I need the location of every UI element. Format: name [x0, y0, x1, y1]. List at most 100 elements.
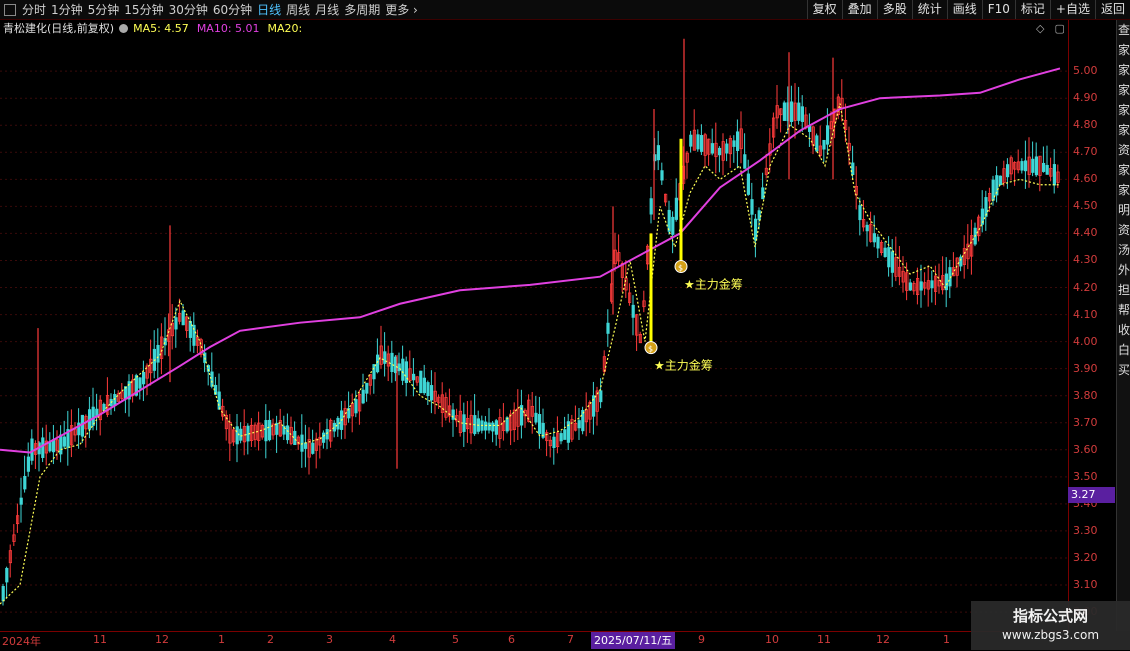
right-strip-char[interactable]: 帮 — [1117, 300, 1130, 320]
candle-body — [534, 412, 538, 423]
candle-body — [52, 439, 56, 453]
toolbar-button[interactable]: 画线 — [946, 0, 982, 19]
candle-body — [696, 134, 700, 150]
period-tabs: 分时 1分钟 5分钟 15分钟 30分钟 60分钟 日线 周线 月线 多周期 更多 › — [0, 0, 423, 19]
candle-body — [750, 199, 754, 215]
period-tab[interactable]: 日线 — [257, 1, 286, 18]
current-price-tag: 3.27 — [1068, 487, 1115, 503]
candle-body — [876, 236, 880, 249]
candle-body — [631, 304, 635, 318]
toolbar-button[interactable]: +自选 — [1049, 0, 1095, 19]
diamond-icon[interactable]: ◇ — [1036, 22, 1044, 35]
top-toolbar: 分时 1分钟 5分钟 15分钟 30分钟 60分钟 日线 周线 月线 多周期 更多 › 复权 叠加 多股… — [0, 0, 1130, 20]
candle-body — [757, 210, 761, 221]
candle-body — [375, 354, 380, 373]
candle-body — [293, 430, 297, 446]
candle-body — [746, 173, 751, 195]
period-tab[interactable]: 5分钟 — [88, 1, 125, 18]
period-tab[interactable]: 分时 — [22, 1, 51, 18]
candle-body — [235, 426, 239, 445]
candle-body — [592, 395, 596, 417]
candle-body — [858, 205, 862, 221]
eye-icon[interactable] — [119, 23, 129, 33]
price-tick-label: 5.00 — [1073, 64, 1098, 78]
toolbar-buttons: 复权 叠加 多股 统计 画线 F10 标记 +自选 返回 — [806, 0, 1130, 19]
candlestick-chart[interactable]: $★主力金筹$★主力金筹 — [0, 36, 1068, 631]
candle-body — [790, 101, 794, 122]
period-tab[interactable]: 60分钟 — [213, 1, 257, 18]
period-tab[interactable]: 更多 › — [385, 1, 423, 18]
price-tick-label: 4.00 — [1073, 334, 1098, 348]
right-strip-char[interactable]: 汤 — [1117, 240, 1130, 260]
right-strip-char[interactable]: 家 — [1117, 160, 1130, 180]
right-strip-char[interactable]: 家 — [1117, 80, 1130, 100]
period-tab[interactable]: 周线 — [286, 1, 315, 18]
toolbar-button[interactable]: 返回 — [1094, 0, 1130, 19]
period-tab[interactable]: 15分钟 — [124, 1, 168, 18]
candle-body — [800, 106, 805, 122]
candle-body — [851, 162, 855, 176]
candle-body — [19, 497, 23, 505]
signal-bar — [649, 233, 653, 342]
right-strip-char[interactable]: 明 — [1117, 200, 1130, 220]
ma20-value: MA20: — [267, 21, 303, 35]
toolbar-button[interactable]: 标记 — [1014, 0, 1050, 19]
window-icon[interactable]: ▢ — [1054, 22, 1064, 35]
watermark-url: www.zbgs3.com — [1001, 628, 1100, 642]
right-strip-char[interactable]: 家 — [1117, 40, 1130, 60]
right-strip-char[interactable]: 家 — [1117, 120, 1130, 140]
candle-body — [671, 216, 675, 235]
right-strip-char[interactable]: 家 — [1117, 100, 1130, 120]
candle-body — [890, 251, 895, 273]
date-tick-label: 11 — [93, 633, 107, 646]
candle-body — [930, 280, 934, 289]
toolbar-button[interactable]: 复权 — [806, 0, 842, 19]
right-strip-char[interactable]: 资 — [1117, 140, 1130, 160]
date-tick-label: 6 — [508, 633, 515, 646]
period-tab[interactable]: 月线 — [315, 1, 344, 18]
price-tick-label: 3.60 — [1073, 442, 1098, 456]
candle-body — [1, 586, 5, 602]
date-tick-label: 2 — [267, 633, 274, 646]
watermark: 指标公式网 www.zbgs3.com — [971, 601, 1130, 650]
right-strip-char[interactable]: 买 — [1117, 360, 1130, 380]
right-strip-char[interactable]: 担 — [1117, 280, 1130, 300]
candle-body — [887, 247, 891, 268]
candle-body — [552, 436, 556, 448]
right-strip-char[interactable]: 家 — [1117, 180, 1130, 200]
candle-body — [267, 419, 272, 441]
candle-body — [826, 125, 830, 145]
period-tab[interactable]: 30分钟 — [169, 1, 213, 18]
right-strip-char[interactable]: 外 — [1117, 260, 1130, 280]
candle-body — [401, 358, 405, 381]
candle-body — [156, 344, 160, 363]
date-tick-label: 3 — [326, 633, 333, 646]
date-tick-label: 5 — [452, 633, 459, 646]
period-tab[interactable]: 1分钟 — [51, 1, 88, 18]
price-tick-label: 3.10 — [1073, 578, 1098, 592]
right-strip-char[interactable]: 家 — [1117, 60, 1130, 80]
right-strip-char[interactable]: 查 — [1117, 20, 1130, 40]
candle-body — [732, 140, 736, 147]
right-strip-char[interactable]: 白 — [1117, 340, 1130, 360]
ma10-value: MA10: 5.01 — [196, 21, 260, 35]
toolbar-button[interactable]: F10 — [981, 0, 1015, 19]
right-strip-char[interactable]: 资 — [1117, 220, 1130, 240]
money-bag-symbol: $ — [648, 345, 653, 354]
toolbar-button[interactable]: 统计 — [911, 0, 947, 19]
candle-body — [689, 134, 693, 147]
candle-body — [865, 224, 869, 232]
right-strip-char[interactable]: 收 — [1117, 320, 1130, 340]
indicator-info-bar: 青松建化(日线,前复权) MA5: 4.57 MA10: 5.01 MA20: — [0, 20, 302, 36]
candle-body — [1031, 158, 1035, 173]
price-tick-label: 3.30 — [1073, 523, 1098, 537]
period-tab[interactable]: 多周期 — [344, 1, 385, 18]
date-axis: 2024年 11 12 1 2 3 4 5 6 7 2025/07/11/五 9 10 11 12 1 — [0, 631, 1068, 651]
candle-body — [487, 422, 491, 431]
candle-body — [419, 370, 423, 394]
toolbar-button[interactable]: 叠加 — [841, 0, 877, 19]
window-square-icon[interactable] — [4, 3, 16, 16]
toolbar-button[interactable]: 多股 — [876, 0, 912, 19]
price-tick-label: 3.20 — [1073, 550, 1098, 564]
price-tick-label: 4.50 — [1073, 199, 1098, 213]
